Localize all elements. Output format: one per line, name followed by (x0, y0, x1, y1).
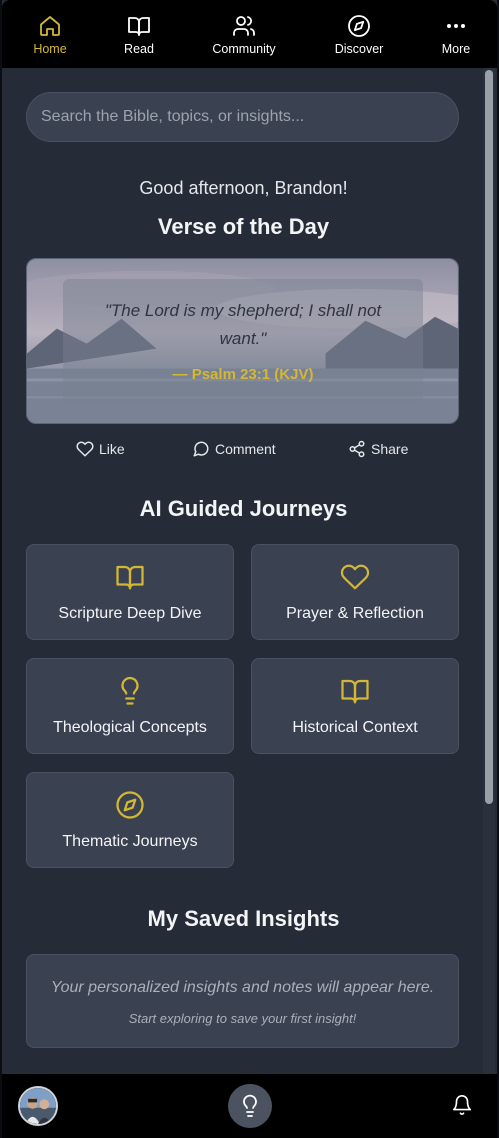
journey-historical-context[interactable]: Historical Context (251, 658, 459, 754)
nav-community[interactable]: Community (204, 14, 284, 56)
verse-actions: Like Comment Share (26, 440, 459, 464)
like-label: Like (99, 441, 125, 457)
journey-theological-concepts[interactable]: Theological Concepts (26, 658, 234, 754)
comment-icon (193, 441, 209, 457)
compass-icon (348, 15, 370, 37)
book-open-icon (116, 565, 144, 590)
comment-button[interactable]: Comment (192, 440, 276, 458)
journey-scripture-deep-dive[interactable]: Scripture Deep Dive (26, 544, 234, 640)
saved-insights-empty-card: Your personalized insights and notes wil… (26, 954, 459, 1048)
lightbulb-icon (121, 677, 139, 705)
verse-of-the-day-title: Verse of the Day (157, 214, 330, 239)
verse-reference: — Psalm 23:1 (KJV) (172, 366, 314, 383)
journey-thematic-journeys[interactable]: Thematic Journeys (26, 772, 234, 868)
nav-discover[interactable]: Discover (329, 14, 389, 56)
home-icon (40, 16, 60, 36)
book-open-icon (341, 679, 369, 704)
journey-label: Thematic Journeys (62, 833, 198, 850)
main-content: Good afternoon, Brandon! Verse of the Da… (2, 68, 483, 1074)
nav-home-label: Home (33, 42, 67, 56)
scrollbar-thumb[interactable] (485, 70, 493, 804)
book-icon (128, 17, 150, 36)
saved-insights-title: My Saved Insights (147, 906, 340, 931)
more-dots-icon (447, 24, 465, 28)
nav-community-label: Community (212, 42, 276, 56)
journey-prayer-reflection[interactable]: Prayer & Reflection (251, 544, 459, 640)
journey-label: Theological Concepts (53, 719, 207, 736)
nav-more[interactable]: More (436, 14, 476, 56)
journeys-title: AI Guided Journeys (139, 496, 348, 521)
compass-icon (116, 791, 144, 819)
share-button[interactable]: Share (348, 440, 408, 458)
nav-read[interactable]: Read (117, 14, 161, 56)
saved-empty-subtext: Start exploring to save your first insig… (128, 1011, 357, 1026)
verse-card[interactable]: "The Lord is my shepherd; I shall not wa… (26, 258, 459, 424)
journey-label: Historical Context (292, 719, 418, 736)
insight-button[interactable] (228, 1084, 272, 1128)
verse-text: "The Lord is my shepherd; I shall not wa… (104, 301, 382, 348)
app-frame: Home Read Community Discover More Search… (0, 0, 499, 1138)
user-avatar-image (20, 1088, 56, 1124)
nav-home[interactable]: Home (28, 14, 72, 56)
share-icon (349, 440, 365, 458)
search-bar[interactable] (26, 92, 459, 142)
saved-empty-text: Your personalized insights and notes wil… (50, 979, 435, 996)
nav-more-label: More (441, 42, 471, 56)
search-input[interactable] (41, 108, 444, 126)
nav-read-label: Read (124, 42, 154, 56)
top-nav: Home Read Community Discover More (2, 0, 497, 68)
bell-icon[interactable] (451, 1094, 473, 1116)
heart-icon (76, 441, 94, 457)
share-label: Share (371, 441, 409, 457)
greeting-text: Good afternoon, Brandon! (139, 178, 348, 198)
users-icon (233, 16, 255, 36)
journey-label: Scripture Deep Dive (58, 605, 202, 622)
lightbulb-icon (243, 1094, 257, 1117)
journey-label: Prayer & Reflection (286, 605, 424, 622)
like-button[interactable]: Like (76, 440, 125, 458)
scrollbar[interactable] (483, 68, 495, 1074)
avatar[interactable] (18, 1086, 58, 1126)
comment-label: Comment (215, 441, 276, 457)
nav-discover-label: Discover (334, 42, 384, 56)
heart-icon (340, 564, 370, 590)
bottom-bar (2, 1074, 497, 1138)
